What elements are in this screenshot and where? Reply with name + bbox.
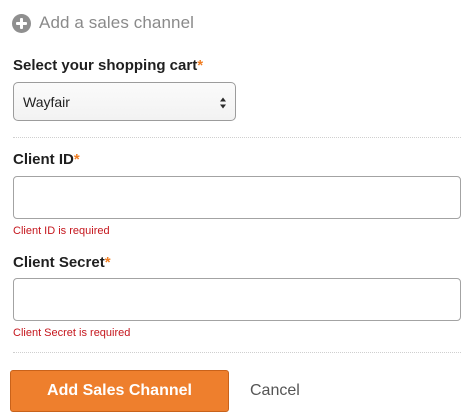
client-id-input[interactable] (13, 176, 461, 219)
divider (13, 137, 461, 138)
client-id-error: Client ID is required (13, 225, 110, 237)
client-secret-label-text: Client Secret (13, 254, 105, 271)
shopping-cart-selected-value: Wayfair (23, 93, 70, 110)
shopping-cart-label-text: Select your shopping cart (13, 57, 198, 74)
add-sales-channel-button[interactable]: Add Sales Channel (10, 370, 229, 412)
required-asterisk: * (73, 151, 80, 168)
client-id-label: Client ID* (13, 151, 80, 168)
shopping-cart-label: Select your shopping cart* (13, 57, 203, 74)
client-secret-error: Client Secret is required (13, 327, 131, 339)
cancel-button[interactable]: Cancel (250, 370, 300, 412)
required-asterisk: * (104, 254, 111, 271)
client-secret-input[interactable] (13, 278, 461, 321)
shopping-cart-select[interactable]: Wayfair (13, 82, 236, 121)
client-secret-label: Client Secret* (13, 254, 111, 271)
divider (13, 352, 461, 353)
plus-circle-icon (12, 13, 31, 33)
client-id-label-text: Client ID (13, 151, 74, 168)
required-asterisk: * (197, 57, 204, 74)
header-title: Add a sales channel (39, 13, 195, 32)
select-arrows-icon (220, 97, 226, 109)
add-sales-channel-header[interactable]: Add a sales channel (12, 12, 194, 34)
